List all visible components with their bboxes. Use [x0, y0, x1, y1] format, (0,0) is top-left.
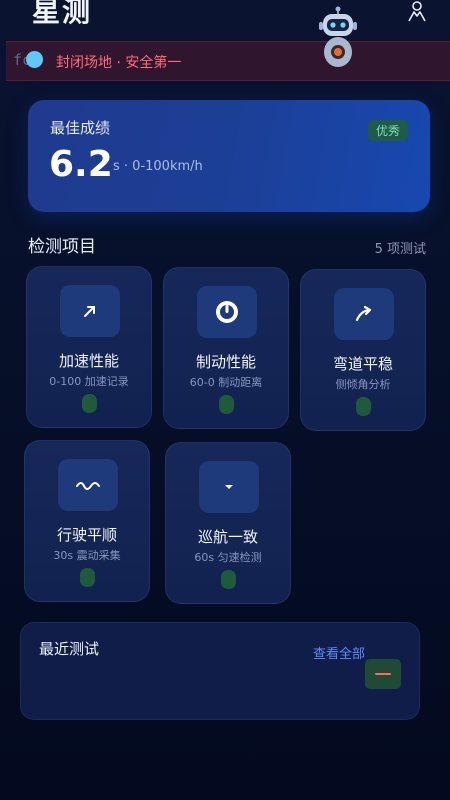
- chevron-down-icon: [225, 485, 233, 489]
- best-score-unit: s · 0-100km/h: [113, 159, 203, 174]
- page-title: 星测: [32, 0, 93, 28]
- collapse-button[interactable]: [365, 659, 401, 689]
- curve-arrow-icon: [355, 305, 372, 322]
- app-root: 星测 fc 封闭场地 · 安全第一 最佳成绩 6.2 s · 0-100km/h…: [0, 0, 450, 800]
- test-card-title: 弯道平稳: [332, 355, 393, 373]
- test-card-title: 行驶平顺: [56, 526, 117, 544]
- test-card-subtitle: 60-0 制动距离: [189, 376, 263, 389]
- status-indicator: [80, 568, 95, 587]
- icon-tile: [199, 461, 259, 513]
- test-card-braking[interactable]: 制动性能 60-0 制动距离: [163, 267, 289, 429]
- test-card-subtitle: 0-100 加速记录: [49, 375, 129, 388]
- minus-icon: [375, 673, 391, 675]
- robot-mascot-icon[interactable]: [312, 6, 364, 70]
- test-card-subtitle: 侧倾角分析: [335, 378, 391, 391]
- rating-badge: 优秀: [367, 120, 408, 141]
- view-all-link[interactable]: 查看全部: [313, 643, 365, 662]
- status-dot-icon: [26, 51, 43, 68]
- user-icon[interactable]: [406, 0, 428, 22]
- test-card-cruise[interactable]: 巡航一致 60s 匀速检测: [165, 442, 291, 604]
- brake-disc-icon: [216, 301, 238, 323]
- arrow-up-right-icon: [84, 306, 95, 317]
- test-card-subtitle: 60s 匀速检测: [194, 551, 262, 564]
- safety-banner: fc 封闭场地 · 安全第一: [6, 41, 450, 81]
- best-score-value: 6.2: [49, 144, 113, 185]
- best-score-label: 最佳成绩: [50, 119, 111, 137]
- test-card-title: 巡航一致: [197, 528, 258, 546]
- test-card-ride-comfort[interactable]: 行驶平顺 30s 震动采集: [24, 440, 150, 602]
- test-card-acceleration[interactable]: 加速性能 0-100 加速记录: [26, 266, 152, 428]
- banner-text: 封闭场地 · 安全第一: [56, 55, 182, 71]
- section-title: 检测项目: [28, 237, 96, 257]
- recent-tests-card: 最近测试 查看全部: [20, 622, 420, 720]
- icon-tile: [60, 285, 120, 337]
- wave-icon: [76, 482, 100, 490]
- test-card-title: 制动性能: [195, 353, 256, 371]
- test-card-cornering[interactable]: 弯道平稳 侧倾角分析: [300, 269, 426, 431]
- status-indicator: [82, 394, 97, 413]
- icon-tile: [58, 459, 118, 511]
- icon-tile: [197, 286, 257, 338]
- status-indicator: [221, 570, 236, 589]
- test-card-subtitle: 30s 震动采集: [53, 549, 121, 562]
- icon-tile: [334, 288, 394, 340]
- best-score-card[interactable]: 最佳成绩 6.2 s · 0-100km/h 优秀: [28, 100, 430, 212]
- test-card-title: 加速性能: [58, 352, 119, 370]
- status-indicator: [356, 397, 371, 416]
- test-count: 5 项测试: [374, 242, 426, 257]
- recent-title: 最近测试: [39, 640, 100, 658]
- status-indicator: [219, 395, 234, 414]
